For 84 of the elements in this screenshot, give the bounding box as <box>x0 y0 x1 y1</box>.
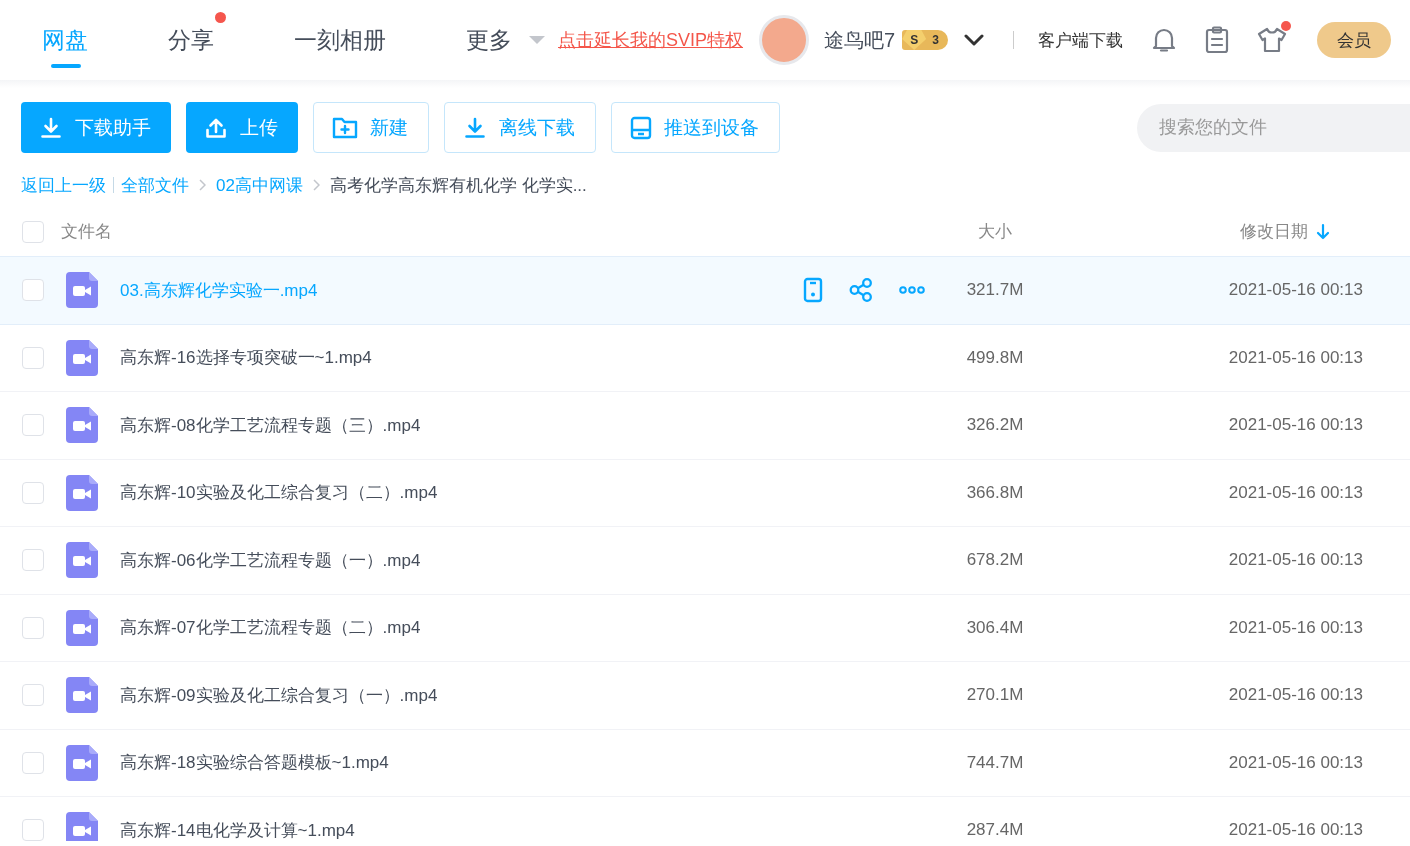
file-size: 326.2M <box>965 415 1025 436</box>
device-icon <box>630 115 652 140</box>
clipboard-icon[interactable] <box>1204 26 1229 54</box>
column-header[interactable]: 修改日期 <box>1240 220 1308 243</box>
video-file-icon <box>66 407 98 444</box>
checkbox[interactable] <box>22 279 44 302</box>
sort-arrow-icon[interactable] <box>1316 223 1330 240</box>
file-size: 270.1M <box>965 685 1025 706</box>
file-row[interactable]: 高东辉-07化学工艺流程专题（二）.mp4 306.4M 2021-05-16 00:13 <box>0 594 1410 662</box>
checkbox[interactable] <box>22 481 44 504</box>
modified-date: 2021-05-16 00:13 <box>1227 752 1363 773</box>
file-size: 306.4M <box>965 617 1025 638</box>
modified-date: 2021-05-16 00:13 <box>1227 820 1363 841</box>
file-name[interactable]: 高东辉-16选择专项突破一~1.mp4 <box>120 346 795 370</box>
modified-date: 2021-05-16 00:13 <box>1227 280 1363 301</box>
file-row[interactable]: 高东辉-09实验及化工综合复习（一）.mp4 270.1M 2021-05-16 00:13 <box>0 662 1410 730</box>
checkbox[interactable] <box>22 346 44 369</box>
video-file-icon <box>66 812 98 841</box>
chevron-down-icon[interactable] <box>963 34 984 46</box>
video-file-icon <box>66 339 98 376</box>
modified-date: 2021-05-16 00:13 <box>1227 685 1363 706</box>
checkbox[interactable] <box>22 684 44 707</box>
nav-tab[interactable]: 一刻相册 <box>294 0 398 80</box>
breadcrumb-current: 高考化学高东辉有机化学 化学实... <box>329 174 587 197</box>
shirt-icon[interactable] <box>1256 27 1287 53</box>
member-button[interactable]: 会员 <box>1316 22 1391 58</box>
file-row[interactable]: 高东辉-14电化学及计算~1.mp4 287.4M 2021-05-16 00:13 <box>0 797 1410 841</box>
username[interactable]: 途鸟吧7 <box>824 26 896 54</box>
file-name[interactable]: 高东辉-14电化学及计算~1.mp4 <box>120 818 795 841</box>
video-file-icon <box>66 474 98 511</box>
video-file-icon <box>66 609 98 646</box>
checkbox[interactable] <box>22 751 44 774</box>
checkbox[interactable] <box>22 549 44 572</box>
checkbox[interactable] <box>22 414 44 437</box>
file-row[interactable]: 03.高东辉化学实验一.mp4 321.7M 2021-05-16 00:13 <box>0 257 1410 325</box>
modified-date: 2021-05-16 00:13 <box>1227 415 1363 436</box>
file-size: 287.4M <box>965 820 1025 841</box>
file-row[interactable]: 高东辉-06化学工艺流程专题（一）.mp4 678.2M 2021-05-16 00:13 <box>0 527 1410 595</box>
share-icon[interactable] <box>849 278 873 303</box>
checkbox[interactable] <box>22 220 44 243</box>
checkbox[interactable] <box>22 616 44 639</box>
download-icon <box>39 115 63 140</box>
avatar[interactable] <box>759 15 810 65</box>
badge-number: 3 <box>932 33 939 47</box>
column-header[interactable]: 大小 <box>925 220 1065 243</box>
modified-date: 2021-05-16 00:13 <box>1227 482 1363 503</box>
client-download-link[interactable]: 客户端下载 <box>1037 28 1123 52</box>
folder-plus-icon <box>332 115 358 140</box>
file-name[interactable]: 高东辉-08化学工艺流程专题（三）.mp4 <box>120 413 795 437</box>
video-file-icon <box>66 744 98 781</box>
video-file-icon <box>66 272 98 309</box>
tab-underline <box>51 64 81 68</box>
modified-date: 2021-05-16 00:13 <box>1227 347 1363 368</box>
file-row[interactable]: 高东辉-08化学工艺流程专题（三）.mp4 326.2M 2021-05-16 00:13 <box>0 392 1410 460</box>
column-header[interactable]: 文件名 <box>61 220 795 243</box>
file-row[interactable]: 高东辉-16选择专项突破一~1.mp4 499.8M 2021-05-16 00:13 <box>0 324 1410 392</box>
file-name[interactable]: 高东辉-07化学工艺流程专题（二）.mp4 <box>120 616 795 640</box>
file-size: 321.7M <box>965 280 1025 301</box>
file-row[interactable]: 高东辉-10实验及化工综合复习（二）.mp4 366.8M 2021-05-16 00:13 <box>0 459 1410 527</box>
modified-date: 2021-05-16 00:13 <box>1227 550 1363 571</box>
phone-icon[interactable] <box>803 277 823 304</box>
search-field[interactable]: 搜索您的文件 <box>1137 103 1410 152</box>
modified-date: 2021-05-16 00:13 <box>1227 617 1363 638</box>
file-name[interactable]: 高东辉-18实验综合答题模板~1.mp4 <box>120 751 795 775</box>
bell-icon[interactable] <box>1150 27 1177 53</box>
file-size: 678.2M <box>965 550 1025 571</box>
more-icon[interactable] <box>899 286 925 295</box>
video-file-icon <box>66 677 98 714</box>
caret-down-icon[interactable] <box>528 35 546 45</box>
chevron-right-icon <box>312 179 320 191</box>
nav-tab[interactable]: 更多 <box>466 0 512 80</box>
file-row[interactable]: 高东辉-18实验综合答题模板~1.mp4 744.7M 2021-05-16 00:13 <box>0 729 1410 797</box>
video-file-icon <box>66 542 98 579</box>
file-size: 366.8M <box>965 482 1025 503</box>
file-name[interactable]: 高东辉-10实验及化工综合复习（二）.mp4 <box>120 481 795 505</box>
file-name[interactable]: 高东辉-09实验及化工综合复习（一）.mp4 <box>120 683 795 707</box>
file-size: 499.8M <box>965 347 1025 368</box>
badge-letter: S <box>902 30 927 50</box>
chevron-right-icon <box>199 179 206 191</box>
nav-tab[interactable]: 分享 <box>168 0 226 80</box>
file-size: 744.7M <box>965 752 1025 773</box>
file-name[interactable]: 高东辉-06化学工艺流程专题（一）.mp4 <box>120 548 795 572</box>
checkbox[interactable] <box>22 819 44 841</box>
download-icon <box>463 115 487 140</box>
